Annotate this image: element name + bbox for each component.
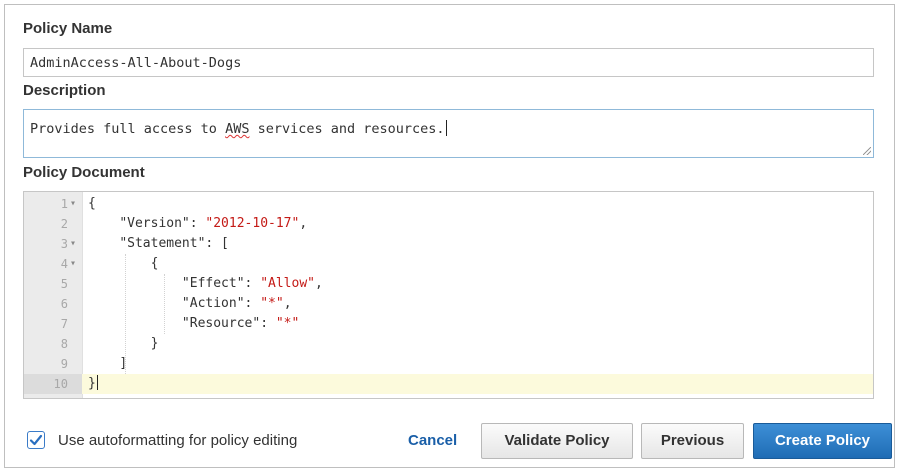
policy-name-label: Policy Name <box>23 20 113 37</box>
policy-document-label: Policy Document <box>23 164 145 181</box>
description-text: Provides full access to AWS services and… <box>30 121 445 137</box>
code-line: { <box>150 256 159 271</box>
autoformat-checkbox[interactable] <box>27 431 45 449</box>
code-line: ] <box>119 356 128 371</box>
line-number: 10 <box>53 377 68 391</box>
checkmark-icon <box>29 434 43 446</box>
description-textarea[interactable]: Provides full access to AWS services and… <box>23 109 874 158</box>
spellcheck-word: AWS <box>225 121 250 137</box>
code-line: { <box>88 196 96 211</box>
validate-policy-button[interactable]: Validate Policy <box>481 423 633 459</box>
code-line: "Version": "2012-10-17", <box>119 216 308 231</box>
line-number: 9 <box>60 357 68 371</box>
policy-name-value: AdminAccess-All-About-Dogs <box>30 55 242 71</box>
line-number: 5 <box>60 277 68 291</box>
create-policy-button[interactable]: Create Policy <box>753 423 892 459</box>
code-line: } <box>88 375 98 391</box>
fold-arrow-icon[interactable]: ▾ <box>70 234 76 254</box>
code-line: "Resource": "*" <box>181 316 300 331</box>
previous-button[interactable]: Previous <box>641 423 744 459</box>
line-number: 8 <box>60 337 68 351</box>
code-line: } <box>150 336 159 351</box>
line-number: 4 <box>60 257 68 271</box>
fold-arrow-icon[interactable]: ▾ <box>70 194 76 214</box>
active-line-highlight <box>24 374 873 394</box>
code-line: "Effect": "Allow", <box>181 276 323 291</box>
editor-caret <box>96 375 98 390</box>
line-number: 2 <box>60 217 68 231</box>
fold-arrow-icon[interactable]: ▾ <box>70 254 76 274</box>
code-line: "Action": "*", <box>181 296 292 311</box>
policy-document-editor[interactable]: 1 2 3 4 5 6 7 8 9 10 ▾ ▾ ▾ { "Version": … <box>23 191 874 399</box>
code-line: "Statement": [ <box>119 236 229 251</box>
line-number: 6 <box>60 297 68 311</box>
policy-name-input[interactable]: AdminAccess-All-About-Dogs <box>23 48 874 77</box>
line-number: 1 <box>60 197 68 211</box>
text-caret <box>445 120 447 136</box>
cancel-button[interactable]: Cancel <box>408 432 457 449</box>
description-label: Description <box>23 82 106 99</box>
resize-handle[interactable] <box>863 147 871 155</box>
line-number: 7 <box>60 317 68 331</box>
autoformat-label[interactable]: Use autoformatting for policy editing <box>58 432 297 449</box>
line-number: 3 <box>60 237 68 251</box>
